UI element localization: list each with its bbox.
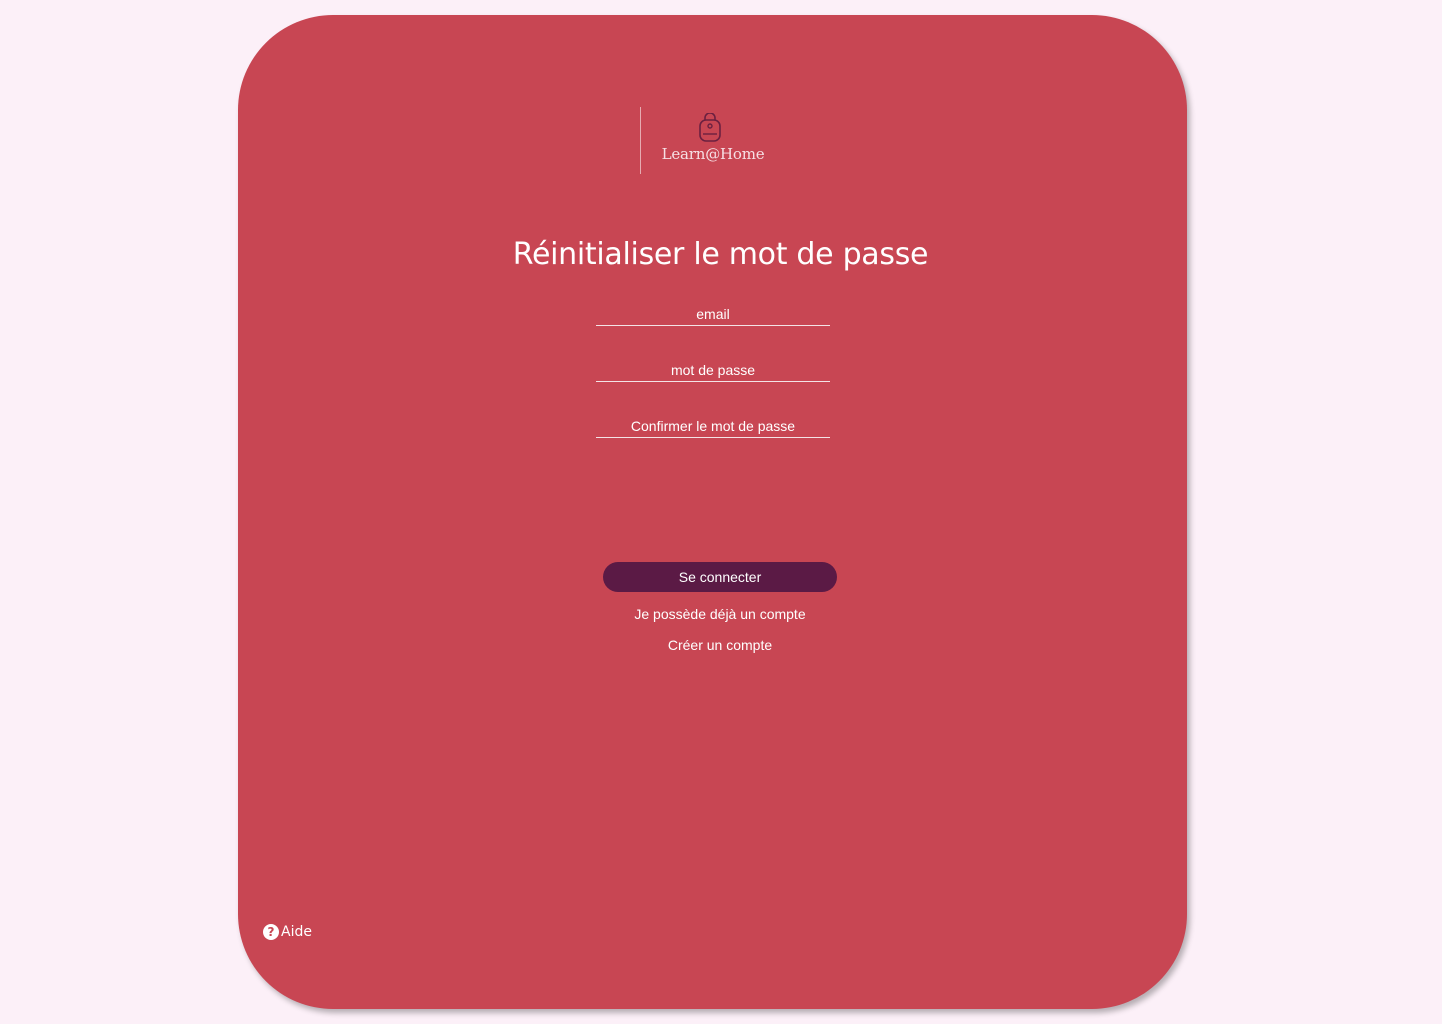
reset-password-card: Learn@Home Réinitialiser le mot de passe… [238,15,1187,1009]
brand-name: Learn@Home [661,145,765,163]
brand-logo: Learn@Home [640,107,790,174]
logo-divider [640,107,641,174]
email-field[interactable] [596,303,830,326]
confirm-password-field[interactable] [596,415,830,438]
help-link[interactable]: ? Aide [263,924,312,940]
question-circle-icon: ? [263,924,279,940]
password-field[interactable] [596,359,830,382]
create-account-link[interactable]: Créer un compte [570,637,870,653]
backpack-icon [699,113,721,142]
submit-button[interactable]: Se connecter [603,562,837,592]
existing-account-link[interactable]: Je possède déjà un compte [570,606,870,622]
page-title: Réinitialiser le mot de passe [512,237,929,272]
help-label: Aide [281,924,312,940]
